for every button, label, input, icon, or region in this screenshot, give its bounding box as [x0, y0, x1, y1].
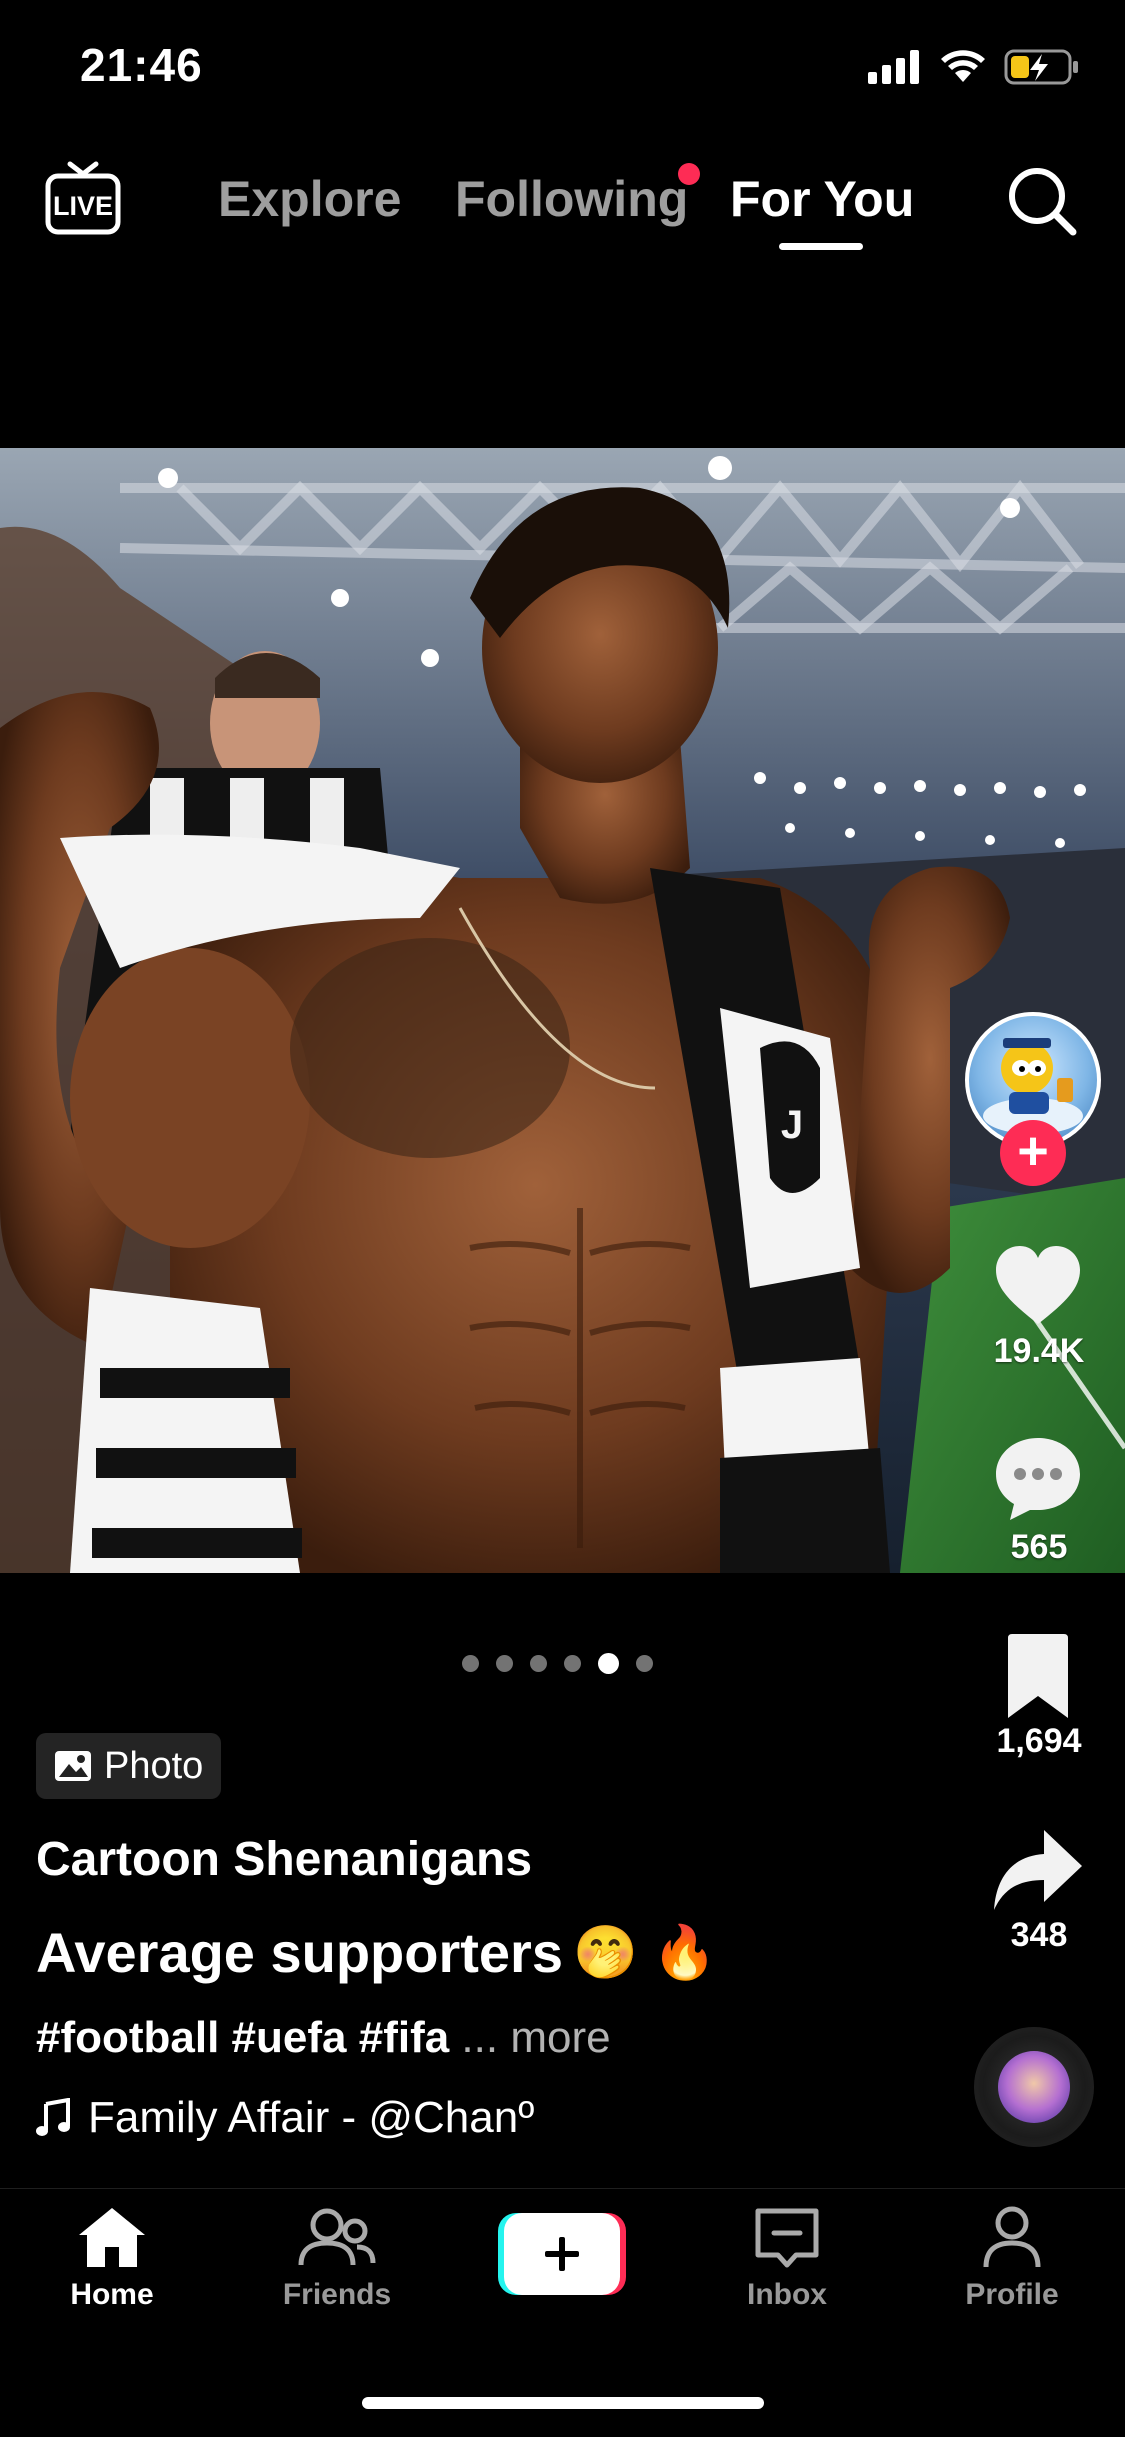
svg-text:LIVE: LIVE: [53, 191, 113, 221]
active-tab-indicator: [779, 243, 863, 250]
post-photo[interactable]: J: [0, 448, 1125, 1573]
hashtags[interactable]: #football #uefa #fifa ... more: [36, 2013, 611, 2063]
nav-inbox[interactable]: Inbox: [697, 2205, 877, 2312]
carousel-dot[interactable]: [564, 1655, 581, 1672]
svg-text:J: J: [781, 1103, 803, 1147]
home-indicator[interactable]: [362, 2397, 764, 2409]
inbox-icon: [755, 2208, 819, 2268]
carousel-dot[interactable]: [636, 1655, 653, 1672]
share-icon[interactable]: [990, 1824, 1086, 1920]
tab-explore[interactable]: Explore: [218, 170, 401, 228]
nav-profile-label: Profile: [965, 2278, 1059, 2311]
music-disc-avatar[interactable]: [974, 2027, 1094, 2147]
music-disc-image: [998, 2051, 1070, 2123]
live-tv-icon[interactable]: LIVE: [44, 160, 122, 236]
profile-icon: [983, 2206, 1041, 2268]
battery-charging-icon: [1004, 49, 1078, 85]
nav-friends[interactable]: Friends: [247, 2205, 427, 2312]
bookmark-count: 1,694: [996, 1722, 1082, 1760]
share-count: 348: [1010, 1916, 1068, 1954]
nav-friends-label: Friends: [282, 2278, 392, 2311]
more-link[interactable]: ... more: [461, 2013, 610, 2062]
nav-home[interactable]: Home: [22, 2205, 202, 2312]
home-icon: [79, 2208, 145, 2267]
carousel-dot[interactable]: [462, 1655, 479, 1672]
photo-illustration: J: [0, 448, 1125, 1573]
status-time: 21:46: [80, 39, 203, 91]
search-icon[interactable]: [1003, 160, 1083, 240]
post-title: Average supporters 🤭 🔥: [36, 1920, 717, 1985]
photo-badge: Photo: [36, 1733, 222, 1799]
carousel-dot-active[interactable]: [598, 1653, 619, 1674]
carousel-dot[interactable]: [496, 1655, 513, 1672]
music-info[interactable]: Family Affair - @Chanº: [36, 2093, 534, 2143]
carousel-dot[interactable]: [530, 1655, 547, 1672]
notification-dot: [678, 163, 700, 185]
author-name[interactable]: Cartoon Shenanigans: [36, 1832, 532, 1887]
photo-badge-label: Photo: [104, 1744, 204, 1787]
nav-home-label: Home: [70, 2278, 154, 2311]
music-note-icon: [36, 2098, 70, 2136]
comment-count: 565: [1010, 1528, 1068, 1566]
tab-following[interactable]: Following: [455, 170, 688, 228]
status-icons: [868, 48, 1080, 86]
comment-icon[interactable]: [990, 1430, 1086, 1526]
heart-icon[interactable]: [990, 1238, 1086, 1334]
music-title: Family Affair - @Chanº: [88, 2093, 535, 2142]
bookmark-icon[interactable]: [990, 1628, 1086, 1724]
follow-button[interactable]: +: [1000, 1120, 1066, 1186]
nav-inbox-label: Inbox: [747, 2278, 827, 2311]
signal-icon: [868, 50, 919, 84]
tab-for-you[interactable]: For You: [730, 170, 914, 228]
post-title-emoji: 🤭 🔥: [573, 1924, 717, 1982]
image-icon: [55, 1751, 91, 1781]
post-title-text: Average supporters: [36, 1921, 563, 1984]
nav-profile[interactable]: Profile: [922, 2205, 1102, 2312]
carousel-indicator: [462, 1653, 653, 1674]
like-count: 19.4K: [993, 1332, 1085, 1370]
wifi-icon: [941, 50, 985, 82]
friends-icon: [298, 2208, 376, 2266]
hashtag-list[interactable]: #football #uefa #fifa: [36, 2013, 449, 2062]
create-plus-icon[interactable]: [498, 2213, 626, 2295]
